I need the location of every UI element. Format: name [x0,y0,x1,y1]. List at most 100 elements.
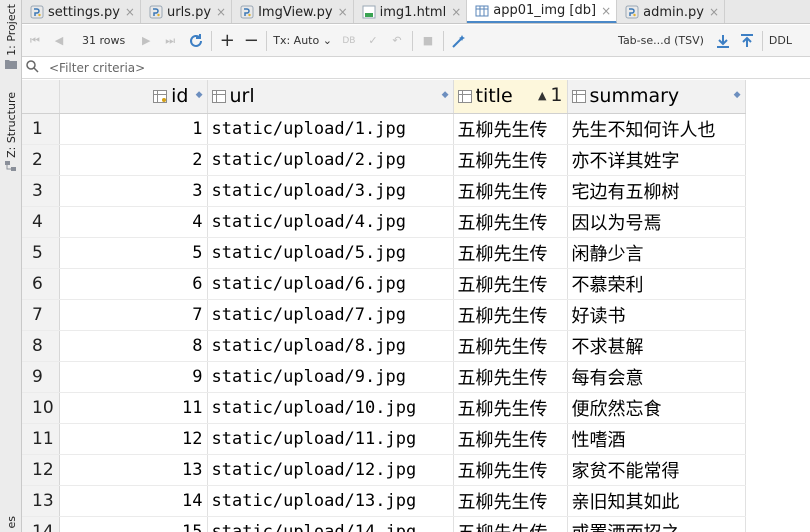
title-cell[interactable]: 五柳先生传 [453,206,568,238]
summary-cell[interactable]: 因以为号焉 [567,206,746,238]
table-row[interactable]: 8 8 static/upload/8.jpg 五柳先生传 不求甚解 [22,330,746,362]
url-cell[interactable]: static/upload/8.jpg [207,330,454,362]
extra-tool-tab[interactable]: es [2,516,20,529]
id-cell[interactable]: 1 [59,113,208,145]
title-cell[interactable]: 五柳先生传 [453,392,568,424]
close-tab-icon[interactable]: × [216,5,226,19]
title-cell[interactable]: 五柳先生传 [453,144,568,176]
add-row-button[interactable]: + [218,30,236,52]
summary-cell[interactable]: 亦不详其姓字 [567,144,746,176]
download-icon[interactable] [714,30,732,52]
table-row[interactable]: 10 11 static/upload/10.jpg 五柳先生传 便欣然忘食 [22,392,746,424]
column-header-summary[interactable]: summary ◆ [567,80,746,114]
table-row[interactable]: 4 4 static/upload/4.jpg 五柳先生传 因以为号焉 [22,206,746,238]
close-tab-icon[interactable]: × [451,5,461,19]
id-cell[interactable]: 6 [59,268,208,300]
url-cell[interactable]: static/upload/10.jpg [207,392,454,424]
upload-icon[interactable] [738,30,756,52]
title-cell[interactable]: 五柳先生传 [453,237,568,269]
editor-tab[interactable]: urls.py × [141,0,233,23]
title-cell[interactable]: 五柳先生传 [453,175,568,207]
column-header-title[interactable]: title ▲ 1 [453,80,568,114]
url-cell[interactable]: static/upload/1.jpg [207,113,454,145]
close-tab-icon[interactable]: × [338,5,348,19]
url-cell[interactable]: static/upload/14.jpg [207,516,454,532]
url-cell[interactable]: static/upload/6.jpg [207,268,454,300]
url-cell[interactable]: static/upload/9.jpg [207,361,454,393]
url-cell[interactable]: static/upload/11.jpg [207,423,454,455]
delete-row-button[interactable]: − [242,30,260,52]
title-cell[interactable]: 五柳先生传 [453,454,568,486]
structure-tool-tab[interactable]: Z: Structure [2,92,20,171]
editor-tab[interactable]: settings.py × [22,0,141,23]
id-cell[interactable]: 13 [59,454,208,486]
summary-cell[interactable]: 性嗜酒 [567,423,746,455]
previous-page-icon[interactable]: ◀ [50,30,68,52]
url-cell[interactable]: static/upload/5.jpg [207,237,454,269]
export-format-dropdown[interactable]: Tab-se...d (TSV) [618,34,704,47]
transaction-mode-dropdown[interactable]: Tx: Auto ⌄ [273,34,332,47]
project-tool-tab[interactable]: 1: Project [2,4,20,69]
url-cell[interactable]: static/upload/13.jpg [207,485,454,517]
title-cell[interactable]: 五柳先生传 [453,361,568,393]
filter-criteria-input[interactable]: <Filter criteria> [49,61,145,75]
table-row[interactable]: 3 3 static/upload/3.jpg 五柳先生传 宅边有五柳树 [22,175,746,207]
sort-toggle-icon[interactable]: ◆ [196,90,203,100]
table-row[interactable]: 5 5 static/upload/5.jpg 五柳先生传 闲静少言 [22,237,746,269]
title-cell[interactable]: 五柳先生传 [453,423,568,455]
stop-icon[interactable]: ■ [419,30,437,52]
summary-cell[interactable]: 或置酒而招之 [567,516,746,532]
url-cell[interactable]: static/upload/3.jpg [207,175,454,207]
id-cell[interactable]: 12 [59,423,208,455]
summary-cell[interactable]: 每有会意 [567,361,746,393]
id-cell[interactable]: 14 [59,485,208,517]
id-cell[interactable]: 3 [59,175,208,207]
title-cell[interactable]: 五柳先生传 [453,330,568,362]
column-header-id[interactable]: id ◆ [59,80,208,114]
url-cell[interactable]: static/upload/4.jpg [207,206,454,238]
column-header-url[interactable]: url ◆ [207,80,454,114]
search-icon[interactable] [26,60,39,76]
table-row[interactable]: 1 1 static/upload/1.jpg 五柳先生传 先生不知何许人也 [22,113,746,145]
id-cell[interactable]: 15 [59,516,208,532]
revert-icon[interactable]: ↶ [388,30,406,52]
close-tab-icon[interactable]: × [709,5,719,19]
summary-cell[interactable]: 先生不知何许人也 [567,113,746,145]
url-cell[interactable]: static/upload/2.jpg [207,144,454,176]
title-cell[interactable]: 五柳先生传 [453,299,568,331]
summary-cell[interactable]: 不慕荣利 [567,268,746,300]
close-tab-icon[interactable]: × [601,4,611,18]
id-cell[interactable]: 11 [59,392,208,424]
editor-tab[interactable]: ImgView.py × [232,0,354,23]
url-cell[interactable]: static/upload/12.jpg [207,454,454,486]
next-page-icon[interactable]: ▶ [137,30,155,52]
table-row[interactable]: 7 7 static/upload/7.jpg 五柳先生传 好读书 [22,299,746,331]
first-page-icon[interactable]: ⏮ [26,30,44,52]
close-tab-icon[interactable]: × [125,5,135,19]
title-cell[interactable]: 五柳先生传 [453,113,568,145]
editor-tab[interactable]: admin.py × [617,0,726,23]
summary-cell[interactable]: 宅边有五柳树 [567,175,746,207]
title-cell[interactable]: 五柳先生传 [453,516,568,532]
magic-wand-icon[interactable] [450,30,468,52]
table-row[interactable]: 9 9 static/upload/9.jpg 五柳先生传 每有会意 [22,361,746,393]
summary-cell[interactable]: 好读书 [567,299,746,331]
table-row[interactable]: 11 12 static/upload/11.jpg 五柳先生传 性嗜酒 [22,423,746,455]
table-row[interactable]: 2 2 static/upload/2.jpg 五柳先生传 亦不详其姓字 [22,144,746,176]
table-row[interactable]: 12 13 static/upload/12.jpg 五柳先生传 家贫不能常得 [22,454,746,486]
editor-tab[interactable]: img1.html × [354,0,468,23]
title-cell[interactable]: 五柳先生传 [453,268,568,300]
id-cell[interactable]: 5 [59,237,208,269]
sort-toggle-icon[interactable]: ◆ [442,90,449,100]
summary-cell[interactable]: 家贫不能常得 [567,454,746,486]
editor-tab[interactable]: app01_img [db] × [467,0,618,23]
last-page-icon[interactable]: ⏭ [161,30,179,52]
table-row[interactable]: 13 14 static/upload/13.jpg 五柳先生传 亲旧知其如此 [22,485,746,517]
summary-cell[interactable]: 不求甚解 [567,330,746,362]
title-cell[interactable]: 五柳先生传 [453,485,568,517]
id-cell[interactable]: 7 [59,299,208,331]
id-cell[interactable]: 4 [59,206,208,238]
refresh-icon[interactable] [187,30,205,52]
id-cell[interactable]: 8 [59,330,208,362]
id-cell[interactable]: 9 [59,361,208,393]
